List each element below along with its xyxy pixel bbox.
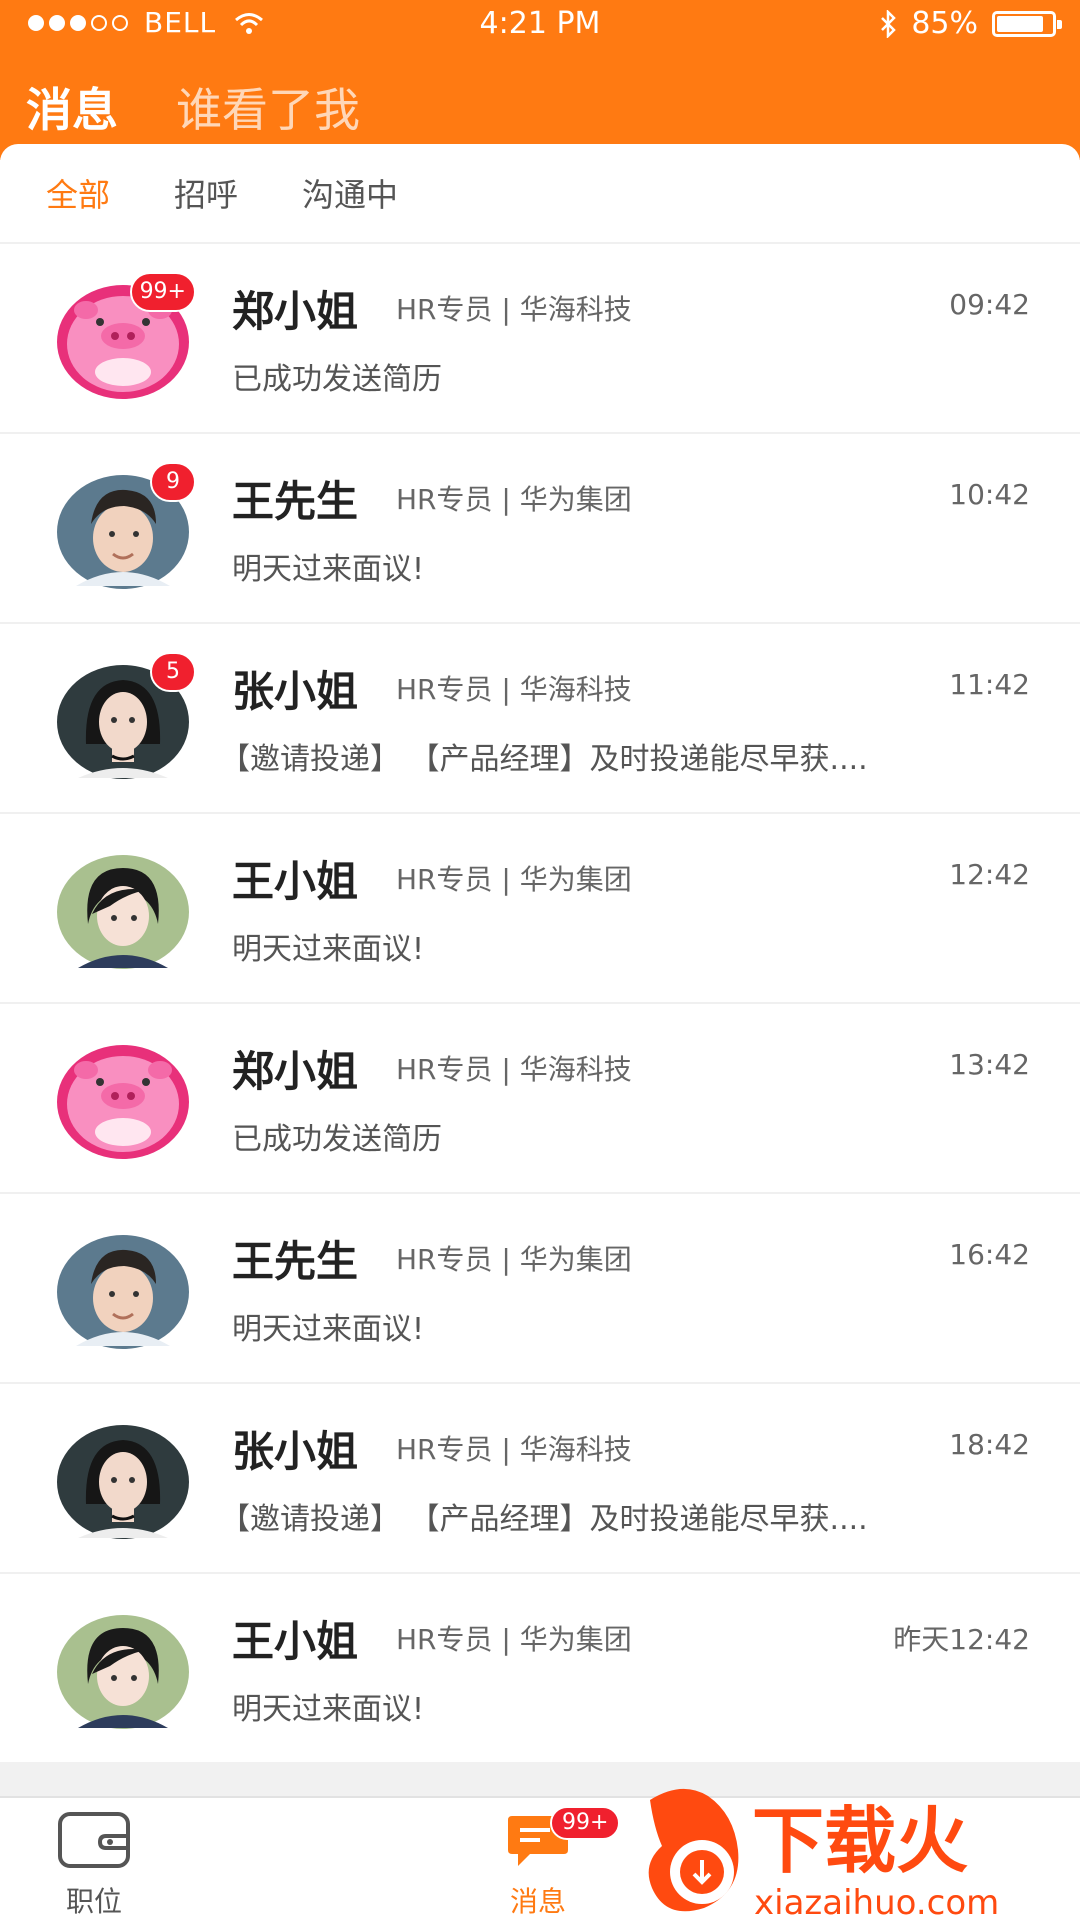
message-row[interactable]: 张小姐 HR专员 | 华海科技 18:42 【邀请投递】 【产品经理】及时投递能… (0, 1384, 1080, 1574)
tab-who-viewed-me[interactable]: 谁看了我 (176, 74, 360, 140)
unread-badge: 9 (150, 462, 196, 502)
unread-badge: 5 (150, 652, 196, 692)
pig-avatar (56, 1044, 190, 1160)
message-row[interactable]: 99+ 郑小姐 HR专员 | 华海科技 09:42 已成功发送简历 (0, 244, 1080, 434)
tab-messages[interactable]: 消息 (26, 74, 118, 140)
message-time: 16:42 (949, 1238, 1030, 1271)
bottom-navigation: 职位 99+ 消息 下载火 xiazaihuo.com (0, 1788, 1080, 1922)
message-preview: 明天过来面议! (232, 552, 425, 587)
message-row[interactable]: 王小姐 HR专员 | 华为集团 昨天12:42 明天过来面议! (0, 1574, 1080, 1764)
filter-tab-communicating[interactable]: 沟通中 (302, 170, 398, 216)
nav-jobs[interactable]: 职位 (34, 1810, 154, 1920)
contact-meta: HR专员 | 华为集团 (396, 483, 632, 516)
woman-dark-avatar-icon (57, 1425, 189, 1539)
man-avatar-icon (57, 1235, 189, 1349)
bluetooth-icon (881, 9, 897, 38)
contact-meta: HR专员 | 华海科技 (396, 673, 632, 706)
watermark-url: xiazaihuo.com (754, 1883, 999, 1922)
battery-icon (992, 10, 1062, 37)
message-preview: 明天过来面议! (232, 1692, 425, 1727)
contact-meta: HR专员 | 华海科技 (396, 1433, 632, 1466)
nav-jobs-label: 职位 (65, 1885, 122, 1918)
woman-dark-avatar: 5 (56, 652, 196, 780)
woman-short-hair-avatar (56, 854, 190, 970)
contact-name: 张小姐 (232, 667, 359, 716)
pig-avatar-icon (57, 1045, 189, 1159)
unread-badge: 99+ (129, 272, 196, 312)
contact-meta: HR专员 | 华海科技 (396, 293, 632, 326)
top-header: BELL 4:21 PM 85% 消息 谁看了我 (0, 0, 1080, 160)
wallet-icon (58, 1812, 130, 1868)
battery-percent: 85% (911, 6, 978, 41)
contact-name: 王先生 (232, 1237, 359, 1286)
contact-name: 郑小姐 (232, 1047, 359, 1096)
contact-name: 张小姐 (232, 1427, 359, 1476)
nav-messages[interactable]: 99+ 消息 (478, 1806, 621, 1920)
message-time: 13:42 (949, 1048, 1030, 1081)
header-tabs: 消息 谁看了我 (26, 74, 360, 140)
contact-meta: HR专员 | 华为集团 (396, 1243, 632, 1276)
nav-messages-badge: 99+ (550, 1806, 621, 1840)
message-preview: 已成功发送简历 (232, 362, 442, 397)
message-time: 10:42 (949, 478, 1030, 511)
woman-short-hair-avatar (56, 1614, 190, 1730)
nav-messages-label: 消息 (509, 1885, 566, 1918)
contact-meta: HR专员 | 华为集团 (396, 1623, 632, 1656)
contact-meta: HR专员 | 华海科技 (396, 1053, 632, 1086)
contact-name: 王小姐 (232, 1617, 359, 1666)
filter-tab-greetings[interactable]: 招呼 (174, 170, 238, 216)
content-card: 全部 招呼 沟通中 99+ 郑小姐 HR专员 | 华海科技 09:42 已成功发… (0, 144, 1080, 1764)
message-preview: 明天过来面议! (232, 1312, 425, 1347)
watermark-logo: 下载火 xiazaihuo.com (648, 1788, 999, 1922)
message-row[interactable]: 王小姐 HR专员 | 华为集团 12:42 明天过来面议! (0, 814, 1080, 1004)
woman-short-hair-avatar-icon (57, 1615, 189, 1729)
contact-name: 王先生 (232, 477, 359, 526)
message-row[interactable]: 郑小姐 HR专员 | 华海科技 13:42 已成功发送简历 (0, 1004, 1080, 1194)
status-bar: BELL 4:21 PM 85% (0, 0, 1080, 50)
message-time: 12:42 (949, 858, 1030, 891)
man-avatar: 9 (56, 462, 196, 590)
message-row[interactable]: 5 张小姐 HR专员 | 华海科技 11:42 【邀请投递】 【产品经理】及时投… (0, 624, 1080, 814)
filter-tab-all[interactable]: 全部 (46, 170, 110, 216)
message-time: 11:42 (949, 668, 1030, 701)
message-row[interactable]: 9 王先生 HR专员 | 华为集团 10:42 明天过来面议! (0, 434, 1080, 624)
message-preview: 【邀请投递】 【产品经理】及时投递能尽早获.... (220, 1502, 868, 1537)
message-preview: 【邀请投递】 【产品经理】及时投递能尽早获.... (220, 742, 868, 777)
pig-avatar: 99+ (56, 272, 196, 400)
status-right: 85% (879, 6, 1062, 41)
message-preview: 已成功发送简历 (232, 1122, 442, 1157)
message-time: 昨天12:42 (893, 1623, 1030, 1656)
contact-name: 王小姐 (232, 857, 359, 906)
woman-dark-avatar (56, 1424, 190, 1540)
woman-short-hair-avatar-icon (57, 855, 189, 969)
message-time: 18:42 (949, 1428, 1030, 1461)
contact-meta: HR专员 | 华为集团 (396, 863, 632, 896)
man-avatar (56, 1234, 190, 1350)
message-list: 99+ 郑小姐 HR专员 | 华海科技 09:42 已成功发送简历 9 王先生 … (0, 244, 1080, 1764)
message-row[interactable]: 王先生 HR专员 | 华为集团 16:42 明天过来面议! (0, 1194, 1080, 1384)
contact-name: 郑小姐 (232, 287, 359, 336)
filter-tabs: 全部 招呼 沟通中 (0, 144, 1080, 244)
message-preview: 明天过来面议! (232, 932, 425, 967)
watermark-brand: 下载火 (752, 1799, 968, 1883)
message-time: 09:42 (949, 288, 1030, 321)
